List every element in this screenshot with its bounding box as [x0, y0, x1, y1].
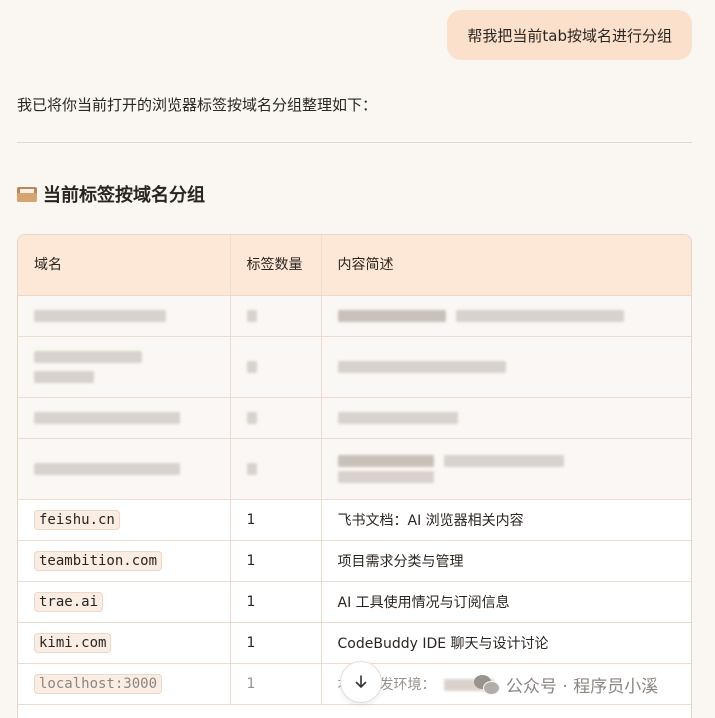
watermark-text: 公众号 · 程序员小溪: [506, 677, 659, 697]
user-message-bubble: 帮我把当前tab按域名进行分组: [447, 10, 692, 60]
redacted-cell: [321, 438, 691, 500]
description-cell: CodeBuddy IDE 聊天与设计讨论: [321, 622, 691, 664]
domain-cell: localhost:3000: [18, 663, 231, 705]
folder-icon: [17, 186, 37, 202]
watermark: 公众号 · 程序员小溪: [474, 672, 658, 697]
description-cell: AI 工具使用情况与订阅信息: [321, 581, 691, 623]
redacted-cell: [321, 295, 691, 337]
description-cell: 项目需求分类与管理: [321, 540, 691, 582]
table-row-redacted: [18, 336, 691, 398]
header-description: 内容简述: [321, 235, 691, 296]
redacted-cell: [321, 336, 691, 398]
domain-cell: kimi.com: [18, 622, 231, 664]
table-row: kimi.com 1 CodeBuddy IDE 聊天与设计讨论: [18, 622, 691, 664]
redacted-cell: [18, 438, 231, 500]
domain-cell: trae.ai: [18, 581, 231, 623]
section-heading: 当前标签按域名分组: [17, 181, 205, 207]
domain-code: localhost:3000: [34, 674, 163, 694]
divider: [17, 142, 692, 143]
table-header-row: 域名 标签数量 内容简述: [18, 235, 691, 296]
table-row: feishu.cn 1 飞书文档：AI 浏览器相关内容: [18, 499, 691, 541]
description-cell: 飞书文档：AI 浏览器相关内容: [321, 499, 691, 541]
section-heading-title: 当前标签按域名分组: [43, 185, 205, 206]
arrow-down-icon: [355, 675, 367, 688]
count-cell: 1: [230, 663, 322, 705]
redacted-cell: [230, 295, 322, 337]
domain-code: kimi.com: [34, 633, 112, 653]
header-domain: 域名: [18, 235, 231, 296]
user-message-text: 帮我把当前tab按域名进行分组: [467, 26, 672, 45]
redacted-cell: [230, 397, 322, 439]
domain-cell: teambition.com: [18, 540, 231, 582]
table-row: teambition.com 1 项目需求分类与管理: [18, 540, 691, 582]
domain-code: feishu.cn: [34, 510, 120, 530]
table-row-redacted: [18, 438, 691, 500]
wechat-icon: [474, 674, 500, 695]
redacted-cell: [18, 397, 231, 439]
assistant-intro: 我已将你当前打开的浏览器标签按域名分组整理如下：: [17, 96, 378, 114]
domain-code: teambition.com: [34, 551, 163, 571]
table-row-redacted: [18, 295, 691, 337]
count-cell: 1: [230, 581, 322, 623]
redacted-cell: [321, 397, 691, 439]
table-row-redacted: [18, 397, 691, 439]
count-cell: 1: [230, 499, 322, 541]
redacted-cell: [230, 438, 322, 500]
domain-table: 域名 标签数量 内容简述 feishu.cn 1 飞书文档：AI 浏览器相关内容…: [17, 234, 692, 718]
scroll-to-bottom-button[interactable]: [340, 661, 382, 703]
domain-cell: feishu.cn: [18, 499, 231, 541]
domain-code: trae.ai: [34, 592, 104, 612]
count-cell: 1: [230, 622, 322, 664]
table-row: trae.ai 1 AI 工具使用情况与订阅信息: [18, 581, 691, 623]
redacted-cell: [230, 336, 322, 398]
count-cell: 1: [230, 540, 322, 582]
redacted-cell: [18, 336, 231, 398]
header-count: 标签数量: [230, 235, 322, 296]
redacted-cell: [18, 295, 231, 337]
